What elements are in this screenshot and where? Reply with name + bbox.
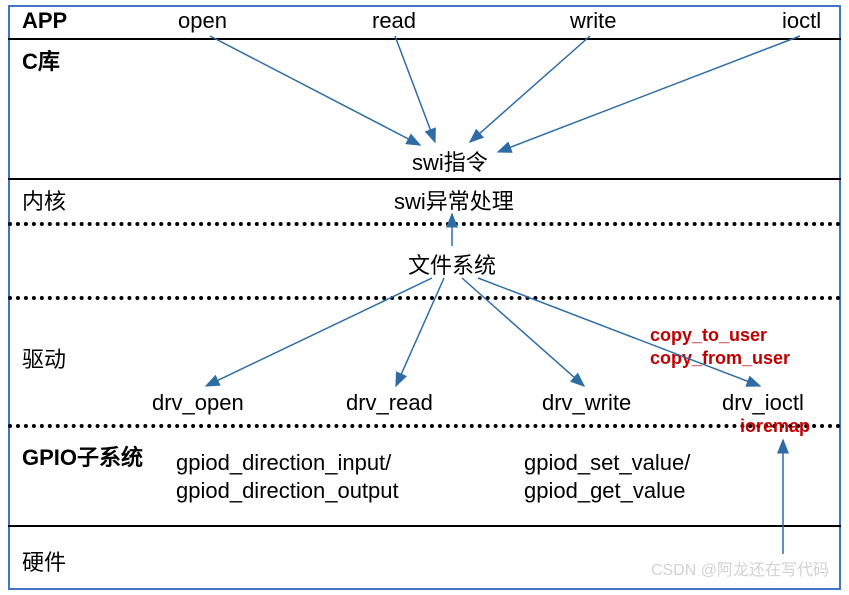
drv-ioctl: drv_ioctl [722, 390, 804, 416]
swi-instruction: swi指令 [412, 145, 488, 177]
layer-gpio: GPIO子系统 [22, 440, 143, 472]
layer-kernel: 内核 [22, 184, 66, 216]
syscall-open: open [178, 8, 227, 34]
filesystem: 文件系统 [408, 248, 496, 280]
divider-clib-kernel [8, 178, 841, 180]
layer-hardware: 硬件 [22, 545, 66, 577]
divider-kernel-fs [8, 222, 841, 226]
syscall-ioctl: ioctl [782, 8, 821, 34]
gpiod-set-value: gpiod_set_value/ [524, 450, 690, 476]
drv-read: drv_read [346, 390, 433, 416]
swi-handler: swi异常处理 [394, 184, 514, 216]
syscall-read: read [372, 8, 416, 34]
divider-gpio-hardware [8, 525, 841, 527]
copy-to-user: copy_to_user [650, 325, 767, 346]
divider-fs-driver [8, 296, 841, 300]
ioremap: ioremap [740, 416, 810, 437]
copy-from-user: copy_from_user [650, 348, 790, 369]
syscall-write: write [570, 8, 616, 34]
drv-open: drv_open [152, 390, 244, 416]
layer-app: APP [22, 8, 67, 34]
layer-driver: 驱动 [22, 342, 66, 374]
gpiod-dir-input: gpiod_direction_input/ [176, 450, 391, 476]
gpiod-get-value: gpiod_get_value [524, 478, 685, 504]
layer-clib: C库 [22, 44, 60, 76]
drv-write: drv_write [542, 390, 631, 416]
divider-app-clib [8, 38, 841, 40]
gpiod-dir-output: gpiod_direction_output [176, 478, 399, 504]
watermark: CSDN @阿龙还在写代码 [651, 556, 829, 580]
divider-driver-gpio [8, 424, 841, 428]
